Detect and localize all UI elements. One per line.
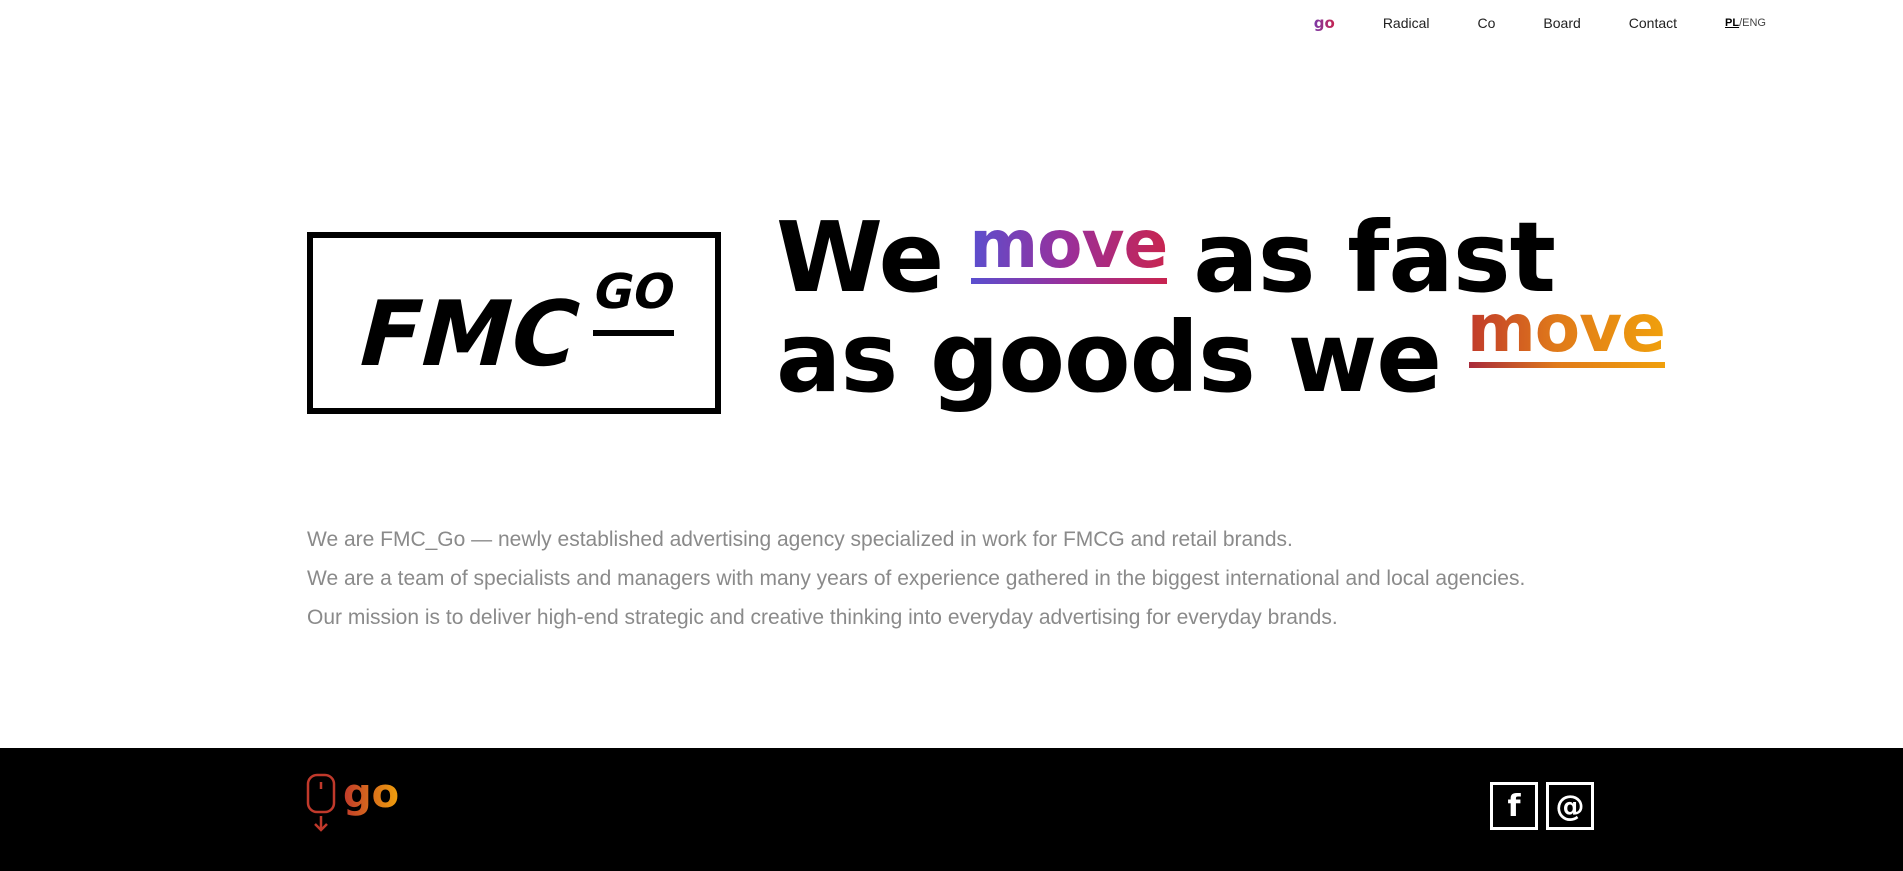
intro-line-1: We are FMC_Go — newly established advert… [307,528,1293,551]
headline-we: We [776,201,944,314]
intro-line-3: Our mission is to deliver high-end strat… [307,606,1338,629]
footer: go f @ [0,748,1903,871]
facebook-icon[interactable]: f [1490,782,1538,830]
top-nav: go Radical Co Board Contact PL/ENG [1266,14,1766,32]
fmc-go-logo: FMC GO [307,232,721,414]
scroll-down-go[interactable]: go [306,771,406,846]
headline-move-1: move [969,206,1168,284]
nav-item-go[interactable]: go [1314,14,1335,32]
language-switcher: PL/ENG [1725,17,1766,29]
intro-line-2: We are a team of specialists and manager… [307,567,1526,590]
mouse-icon [306,773,336,814]
headline-as-goods-we: as goods we [776,301,1442,414]
email-icon[interactable]: @ [1546,782,1594,830]
headline-move-2: move [1467,290,1666,368]
intro-text: We are FMC_Go — newly established advert… [307,520,1525,637]
nav-item-co[interactable]: Co [1478,15,1496,31]
scroll-go-graphic: go [306,771,399,832]
lang-eng[interactable]: ENG [1742,17,1766,29]
nav-item-board[interactable]: Board [1543,15,1580,31]
logo-mark: FMC GO [348,264,681,386]
nav-item-radical[interactable]: Radical [1383,15,1430,31]
logo-go-underline [593,330,674,336]
arrow-down-icon [314,816,328,832]
footer-go-text: go [343,772,399,817]
headline-line-2: as goods we move [776,296,1666,414]
lang-pl[interactable]: PL [1725,17,1739,29]
logo-go-text: GO [588,264,680,319]
social-links: f @ [1482,782,1594,830]
page: go Radical Co Board Contact PL/ENG FMC G… [0,0,1903,871]
logo-fmc-text: FMC [348,281,591,386]
hero-headline: We move as fast as goods we move [776,201,1666,414]
nav-item-contact[interactable]: Contact [1629,15,1677,31]
